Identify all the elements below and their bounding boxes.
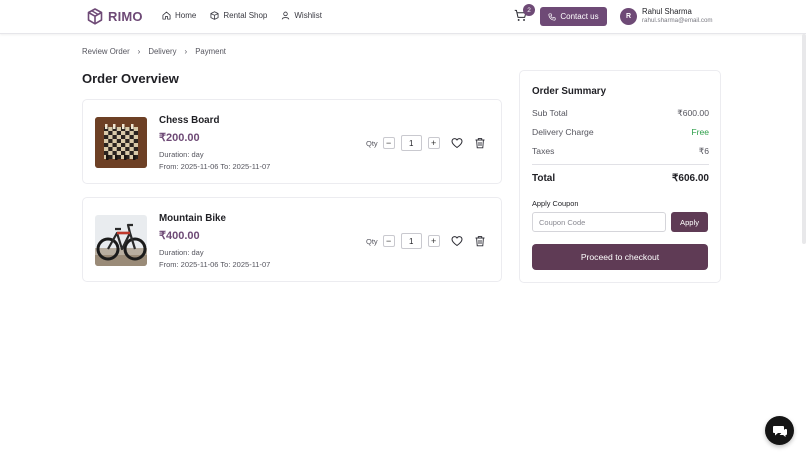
top-navbar: RIMO Home Rental Shop Wishlist 2 Contact… <box>0 0 806 34</box>
item-duration: Duration: day <box>159 150 204 159</box>
quantity-stepper: Qty − 1 + <box>366 233 440 249</box>
heart-icon[interactable] <box>451 137 463 149</box>
chess-board-image <box>95 117 147 168</box>
home-icon <box>162 11 171 20</box>
summary-divider <box>532 164 709 165</box>
total-value: ₹606.00 <box>672 173 709 184</box>
brand-name: RIMO <box>108 9 143 24</box>
item-price: ₹200.00 <box>159 132 200 144</box>
qty-value[interactable]: 1 <box>400 233 422 249</box>
coupon-label: Apply Coupon <box>532 199 579 208</box>
cart-button[interactable]: 2 <box>514 4 535 27</box>
nav-home-label: Home <box>175 11 197 20</box>
breadcrumb: Review Order › Delivery › Payment <box>82 47 226 56</box>
quantity-stepper: Qty − 1 + <box>366 135 440 151</box>
qty-value[interactable]: 1 <box>400 135 422 151</box>
decrease-qty-button[interactable]: − <box>382 235 395 247</box>
trash-icon[interactable] <box>474 137 486 149</box>
nav-rental-shop-label: Rental Shop <box>223 11 268 20</box>
phone-icon <box>548 12 556 21</box>
heart-icon[interactable] <box>451 235 463 247</box>
user-icon <box>282 11 290 20</box>
delivery-label: Delivery Charge <box>532 127 594 137</box>
total-label: Total <box>532 173 556 184</box>
mountain-bike-image <box>95 215 147 266</box>
cube-logo-icon <box>87 8 103 25</box>
breadcrumb-delivery[interactable]: Delivery <box>148 47 176 56</box>
nav-wishlist[interactable]: Wishlist <box>281 11 322 20</box>
decrease-qty-button[interactable]: − <box>382 137 395 149</box>
subtotal-value: ₹600.00 <box>677 108 709 118</box>
taxes-value: ₹6 <box>698 146 709 156</box>
increase-qty-button[interactable]: + <box>427 137 440 149</box>
apply-coupon-button[interactable]: Apply <box>671 212 708 232</box>
trash-icon[interactable] <box>474 235 486 247</box>
subtotal-label: Sub Total <box>532 108 568 118</box>
increase-qty-button[interactable]: + <box>427 235 440 247</box>
contact-us-button[interactable]: Contact us <box>540 7 607 26</box>
proceed-to-checkout-button[interactable]: Proceed to checkout <box>532 244 708 270</box>
nav-links: Home Rental Shop Wishlist <box>162 11 322 20</box>
nav-home[interactable]: Home <box>162 11 196 20</box>
taxes-label: Taxes <box>532 146 555 156</box>
summary-row-delivery: Delivery Charge Free <box>532 127 709 137</box>
scrollbar[interactable] <box>802 34 806 244</box>
order-summary-card: Order Summary Sub Total ₹600.00 Delivery… <box>519 70 721 283</box>
user-profile[interactable]: R Rahul Sharma rahul.sharma@email.com <box>620 7 713 25</box>
order-item-card: Mountain Bike ₹400.00 Duration: day From… <box>82 197 502 282</box>
cart-count-badge: 2 <box>523 4 535 16</box>
breadcrumb-payment[interactable]: Payment <box>195 47 226 56</box>
summary-row-subtotal: Sub Total ₹600.00 <box>532 108 709 119</box>
summary-title: Order Summary <box>532 86 607 97</box>
item-dates: From: 2025-11-06 To: 2025-11-07 <box>159 260 271 269</box>
user-name: Rahul Sharma <box>642 7 692 16</box>
item-name: Mountain Bike <box>159 213 226 224</box>
chevron-right-icon: › <box>184 47 188 56</box>
chevron-right-icon: › <box>137 47 141 56</box>
delivery-value: Free <box>691 127 709 137</box>
breadcrumb-review-order[interactable]: Review Order <box>82 47 130 56</box>
item-price: ₹400.00 <box>159 230 200 242</box>
coupon-input[interactable] <box>532 212 666 232</box>
qty-label: Qty <box>366 138 378 148</box>
avatar: R <box>620 7 637 25</box>
qty-label: Qty <box>366 236 378 246</box>
summary-total: Total ₹606.00 <box>532 173 709 184</box>
order-item-card: Chess Board ₹200.00 Duration: day From: … <box>82 99 502 184</box>
user-email: rahul.sharma@email.com <box>642 17 713 24</box>
contact-us-label: Contact us <box>560 12 599 21</box>
item-dates: From: 2025-11-06 To: 2025-11-07 <box>159 162 271 171</box>
item-name: Chess Board <box>159 115 220 126</box>
brand-logo[interactable]: RIMO <box>87 8 143 25</box>
box-icon <box>210 11 219 20</box>
summary-row-taxes: Taxes ₹6 <box>532 146 709 157</box>
item-duration: Duration: day <box>159 248 204 257</box>
chat-icon <box>772 425 787 437</box>
chat-button[interactable] <box>765 416 794 445</box>
nav-rental-shop[interactable]: Rental Shop <box>210 11 267 20</box>
nav-wishlist-label: Wishlist <box>294 11 322 20</box>
page-title: Order Overview <box>82 71 179 86</box>
user-info: Rahul Sharma rahul.sharma@email.com <box>642 7 713 25</box>
